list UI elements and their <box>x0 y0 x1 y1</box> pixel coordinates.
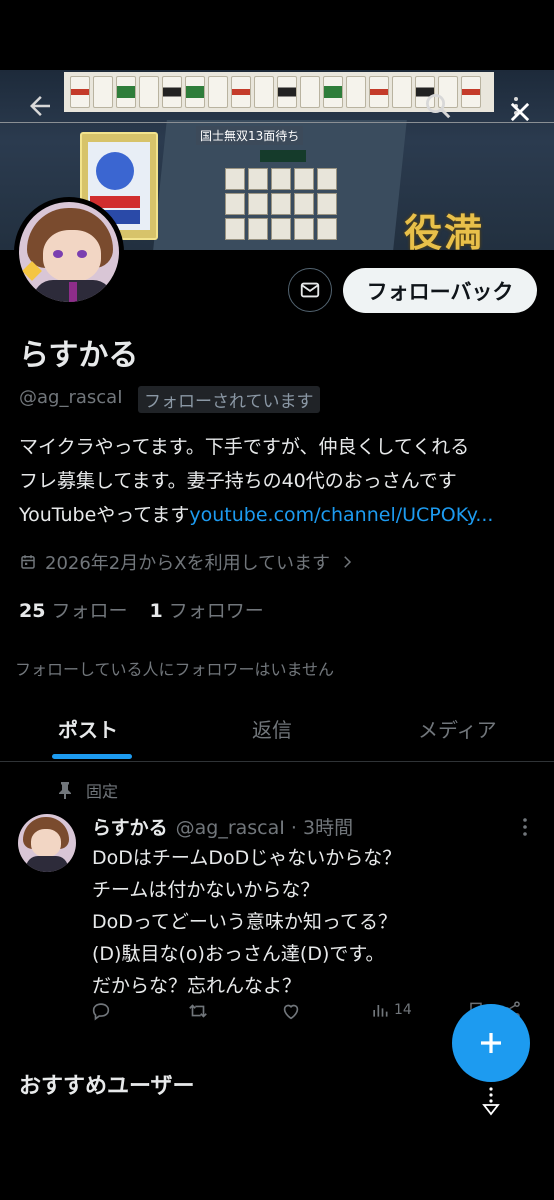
joined-text: 2026年2月からXを利用しています <box>45 553 331 574</box>
scroll-down-indicator[interactable] <box>480 1086 502 1120</box>
display-name: らすかる <box>19 338 139 373</box>
bio-line: YouTubeやってますyoutube.com/channel/UCPOKy..… <box>19 498 539 532</box>
compose-post-button[interactable] <box>452 1004 530 1082</box>
followers-count: 1 <box>149 600 163 622</box>
following-stat[interactable]: 25 フォロー <box>19 596 127 623</box>
bio-text: YouTubeやってます <box>19 504 190 526</box>
views-button[interactable]: 14 <box>370 1000 412 1020</box>
post-line: (D)駄目な(o)おっさん達(D)です。 <box>92 943 385 965</box>
active-tab-indicator <box>52 754 132 759</box>
follow-back-button[interactable]: フォローバック <box>343 268 537 313</box>
post-line: DoDってどーいう意味か知ってる？ <box>92 911 397 933</box>
profile-avatar[interactable] <box>14 197 124 307</box>
tab-media[interactable]: メディア <box>418 714 497 743</box>
back-button[interactable] <box>20 86 60 126</box>
search-icon <box>426 94 451 119</box>
post-line: チームは付かないからな？ <box>92 879 320 901</box>
following-label: フォロー <box>51 600 128 622</box>
plus-icon <box>481 1033 501 1053</box>
followers-stat[interactable]: 1 フォロワー <box>149 596 263 623</box>
follow-stats: 25 フォロー 1 フォロワー <box>19 596 264 623</box>
arrow-left-icon <box>30 96 50 116</box>
dotted-down-arrow-icon <box>482 1087 500 1116</box>
follows-you-badge: フォローされています <box>138 386 320 413</box>
reply-icon <box>92 1003 110 1021</box>
tab-replies[interactable]: 返信 <box>252 714 292 743</box>
search-button[interactable] <box>418 86 458 126</box>
post-more-button[interactable] <box>516 816 534 842</box>
followers-label: フォロワー <box>168 600 264 622</box>
post-author-name[interactable]: らすかる <box>92 817 168 839</box>
mail-icon <box>300 282 320 298</box>
pinned-label: 固定 <box>86 782 119 801</box>
reply-button[interactable] <box>90 1000 112 1022</box>
banner-score-plate <box>260 150 306 162</box>
bottom-area <box>0 1106 554 1200</box>
topbar-divider <box>0 122 554 123</box>
pinned-indicator: 固定 <box>58 778 118 802</box>
profile-tabs: ポスト 返信 メディア <box>0 700 554 762</box>
close-button[interactable] <box>500 92 540 132</box>
profile-bio: マイクラやってます。下手ですが、仲良くしてくれる フレ募集してます。妻子持ちの4… <box>19 430 539 532</box>
post-separator: · <box>290 817 297 839</box>
post-author-avatar[interactable] <box>18 814 76 872</box>
pin-icon <box>59 782 71 799</box>
bio-line: マイクラやってます。下手ですが、仲良くしてくれる <box>19 436 470 458</box>
bio-line: フレ募集してます。妻子持ちの40代のおっさんです <box>19 470 457 492</box>
like-button[interactable] <box>280 1000 302 1022</box>
banner-yaku-caption: 国士無双13面待ち <box>196 126 304 145</box>
user-handle: @ag_rascaI <box>19 387 123 408</box>
joined-date[interactable]: 2026年2月からXを利用しています <box>19 549 356 575</box>
bar-chart-icon <box>373 1005 388 1017</box>
post-time: 3時間 <box>303 817 354 839</box>
repost-icon <box>189 1004 207 1018</box>
views-count: 14 <box>394 1002 412 1018</box>
chevron-right-icon <box>344 556 352 568</box>
banner-yakuman-text: 役満 <box>403 210 484 250</box>
post-line: DoDはチームDoDじゃないからな？ <box>92 847 402 869</box>
heart-icon <box>283 1004 299 1020</box>
post-author-handle[interactable]: @ag_rascaI <box>176 817 285 839</box>
mutual-followers-note: フォローしている人にフォロワーはいません <box>15 660 335 679</box>
recommended-users-heading: おすすめユーザー <box>19 1074 195 1099</box>
following-count: 25 <box>19 600 46 622</box>
post-line: だからな？忘れんなよ？ <box>92 975 302 997</box>
banner-hand-tiles <box>225 168 337 240</box>
calendar-icon <box>21 555 35 569</box>
more-vertical-icon <box>523 818 527 836</box>
post-header: らすかる @ag_rascaI · 3時間 <box>92 813 353 840</box>
tab-posts[interactable]: ポスト <box>58 714 118 743</box>
close-icon <box>510 102 530 122</box>
post-text[interactable]: DoDはチームDoDじゃないからな？ チームは付かないからな？ DoDってどーい… <box>92 842 532 1002</box>
repost-button[interactable] <box>186 1000 210 1022</box>
message-button[interactable] <box>288 268 332 312</box>
bio-youtube-link[interactable]: youtube.com/channel/UCPOKy... <box>189 504 493 526</box>
